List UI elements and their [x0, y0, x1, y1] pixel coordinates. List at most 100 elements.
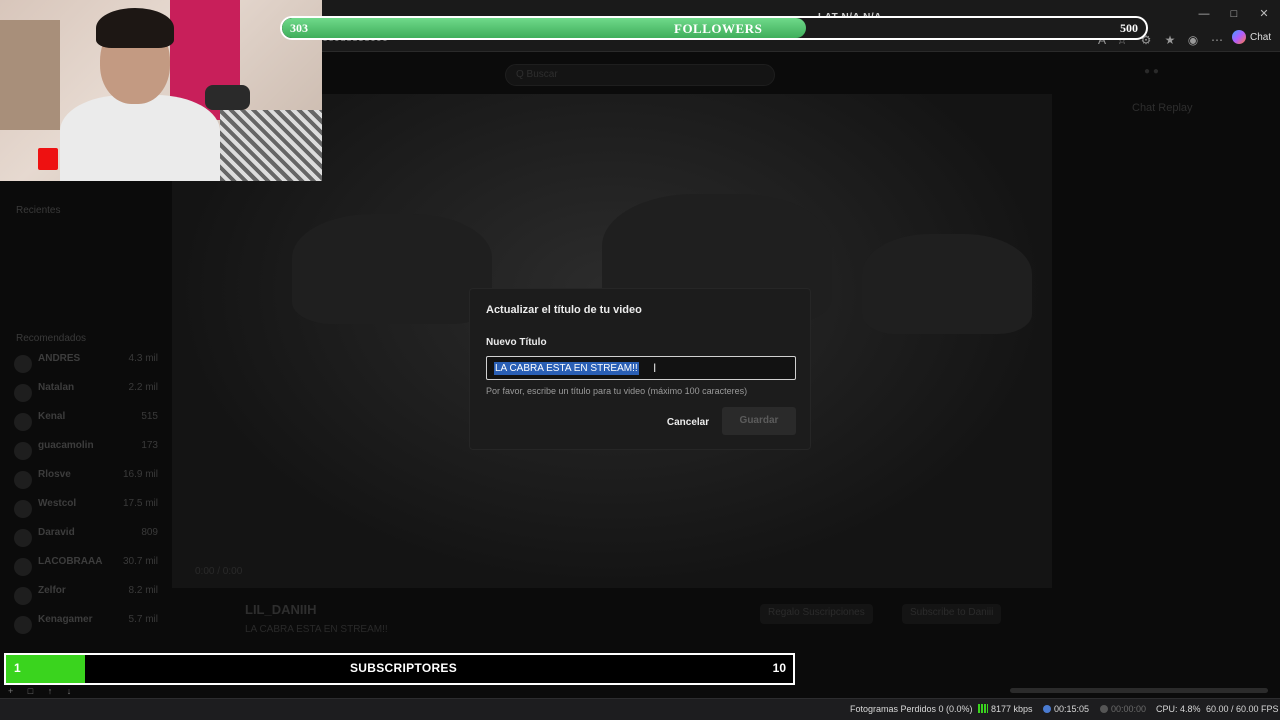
maximize-icon[interactable]: □	[1224, 6, 1244, 22]
followers-goal: 500	[1120, 21, 1138, 35]
sidebar-channel[interactable]: Kenal 515	[14, 409, 164, 435]
profile-icon[interactable]: ◉	[1185, 32, 1201, 48]
save-button[interactable]: Guardar	[722, 407, 796, 435]
scrollbar[interactable]	[1010, 688, 1268, 693]
stream-icon	[1043, 705, 1051, 713]
sidebar-channel[interactable]: LACOBRAAA 30.7 mil	[14, 554, 164, 580]
site-search-input[interactable]: Q Buscar	[505, 64, 775, 86]
webcam-person	[60, 95, 220, 181]
channel-name: Westcol	[38, 498, 77, 509]
viewer-count: 4.3 mil	[128, 353, 158, 364]
webcam-background	[0, 20, 60, 130]
text-cursor-icon: I	[653, 361, 657, 375]
cancel-button[interactable]: Cancelar	[660, 413, 716, 433]
video-frame-shape	[862, 234, 1032, 334]
subscribers-goal-bar: 1 SUBSCRIPTORES 10	[4, 653, 795, 685]
followers-current: 303	[290, 21, 308, 35]
input-selected-text: LA CABRA ESTA EN STREAM!!	[494, 362, 639, 375]
avatar	[14, 355, 32, 373]
viewer-count: 5.7 mil	[128, 614, 158, 625]
viewer-count: 2.2 mil	[128, 382, 158, 393]
record-icon	[1100, 705, 1108, 713]
update-title-dialog: Actualizar el título de tu video Nuevo T…	[469, 288, 811, 450]
stream-subtitle: LA CABRA ESTA EN STREAM!!	[245, 624, 388, 635]
signal-icon	[978, 704, 988, 713]
sidebar: Recientes Recomendados ANDRES 4.3 mil Nat…	[0, 181, 172, 651]
microphone	[205, 85, 250, 110]
subscribe-button[interactable]: Subscribe to Daniii	[902, 604, 1002, 624]
avatar	[14, 384, 32, 402]
cup	[38, 148, 58, 170]
obs-status-bar: Fotogramas Perdidos 0 (0.0%) 8177 kbps 0…	[0, 698, 1280, 720]
sidebar-heading-recent: Recientes	[16, 205, 61, 216]
channel-name: Kenagamer	[38, 614, 93, 625]
login-button[interactable]: ● ●	[1144, 66, 1159, 77]
avatar	[14, 558, 32, 576]
channel-name: LACOBRAAA	[38, 556, 103, 567]
subscribers-label: SUBSCRIPTORES	[350, 661, 458, 675]
webcam-background	[220, 110, 322, 181]
sidebar-channel[interactable]: Zelfor 8.2 mil	[14, 583, 164, 609]
followers-goal-bar: 303 FOLLOWERS 500	[280, 16, 1148, 40]
player-time: 0:00 / 0:00	[195, 566, 243, 577]
copilot-chat-button[interactable]: Chat	[1232, 30, 1271, 44]
viewer-count: 809	[141, 527, 158, 538]
gift-subs-button[interactable]: Regalo Suscripciones	[760, 604, 873, 624]
cpu-usage: CPU: 4.8%	[1156, 704, 1201, 714]
viewer-count: 515	[141, 411, 158, 422]
record-timer: 00:00:00	[1100, 704, 1146, 714]
close-icon[interactable]: ✕	[1254, 6, 1274, 22]
chat-label: Chat	[1250, 31, 1272, 43]
sidebar-channel[interactable]: Daravid 809	[14, 525, 164, 551]
fps-readout: 60.00 / 60.00 FPS	[1206, 704, 1279, 714]
search-placeholder: Q Buscar	[516, 69, 558, 80]
video-frame-shape	[292, 214, 492, 324]
chat-replay-title: Chat Replay	[1132, 102, 1193, 114]
avatar	[14, 471, 32, 489]
channel-title: LIL_DANIIH	[245, 602, 317, 617]
channel-name: Natalan	[38, 382, 75, 393]
subscribers-goal: 10	[772, 661, 786, 675]
channel-name: Kenal	[38, 411, 66, 422]
sidebar-channel[interactable]: Natalan 2.2 mil	[14, 380, 164, 406]
stream-timer: 00:15:05	[1043, 704, 1089, 714]
viewer-count: 16.9 mil	[122, 469, 158, 480]
channel-name: Zelfor	[38, 585, 66, 596]
sidebar-heading-recommended: Recomendados	[16, 333, 87, 344]
screen: ce9d8858090 LAT N/A N/A — □ ✕ A ☆ ⚙ ★ ◉ …	[0, 0, 1280, 720]
sidebar-channel[interactable]: guacamolin 173	[14, 438, 164, 464]
viewer-count: 17.5 mil	[122, 498, 158, 509]
channel-name: Rlosve	[38, 469, 71, 480]
avatar	[14, 616, 32, 634]
webcam-person	[96, 8, 174, 48]
title-help-text: Por favor, escribe un título para tu vid…	[486, 386, 748, 396]
avatar	[14, 587, 32, 605]
sidebar-channel[interactable]: Westcol 17.5 mil	[14, 496, 164, 522]
avatar	[14, 529, 32, 547]
channel-name: Daravid	[38, 527, 75, 538]
channel-name: guacamolin	[38, 440, 94, 451]
minimize-icon[interactable]: —	[1194, 6, 1214, 22]
bitrate: 8177 kbps	[978, 704, 1033, 714]
viewer-count: 8.2 mil	[128, 585, 158, 596]
avatar	[14, 442, 32, 460]
avatar	[14, 500, 32, 518]
sidebar-channel[interactable]: ANDRES 4.3 mil	[14, 351, 164, 377]
viewer-count: 173	[141, 440, 158, 451]
new-title-label: Nuevo Título	[486, 337, 547, 348]
dropped-frames: Fotogramas Perdidos 0 (0.0%)	[850, 704, 973, 714]
more-icon[interactable]: ⋯	[1209, 32, 1225, 48]
sidebar-channel[interactable]: Rlosve 16.9 mil	[14, 467, 164, 493]
favorites-bar-icon[interactable]: ★	[1162, 32, 1178, 48]
webcam-overlay	[0, 0, 322, 181]
obs-dock-icons[interactable]: + □ ↑ ↓	[8, 686, 77, 696]
subscribers-current: 1	[14, 661, 21, 675]
viewer-count: 30.7 mil	[122, 556, 158, 567]
dialog-title: Actualizar el título de tu video	[486, 304, 642, 316]
new-title-input[interactable]: LA CABRA ESTA EN STREAM!! I	[486, 356, 796, 380]
followers-label: FOLLOWERS	[674, 21, 763, 36]
channel-name: ANDRES	[38, 353, 81, 364]
avatar	[14, 413, 32, 431]
sidebar-channel[interactable]: Kenagamer 5.7 mil	[14, 612, 164, 638]
copilot-icon	[1232, 30, 1246, 44]
